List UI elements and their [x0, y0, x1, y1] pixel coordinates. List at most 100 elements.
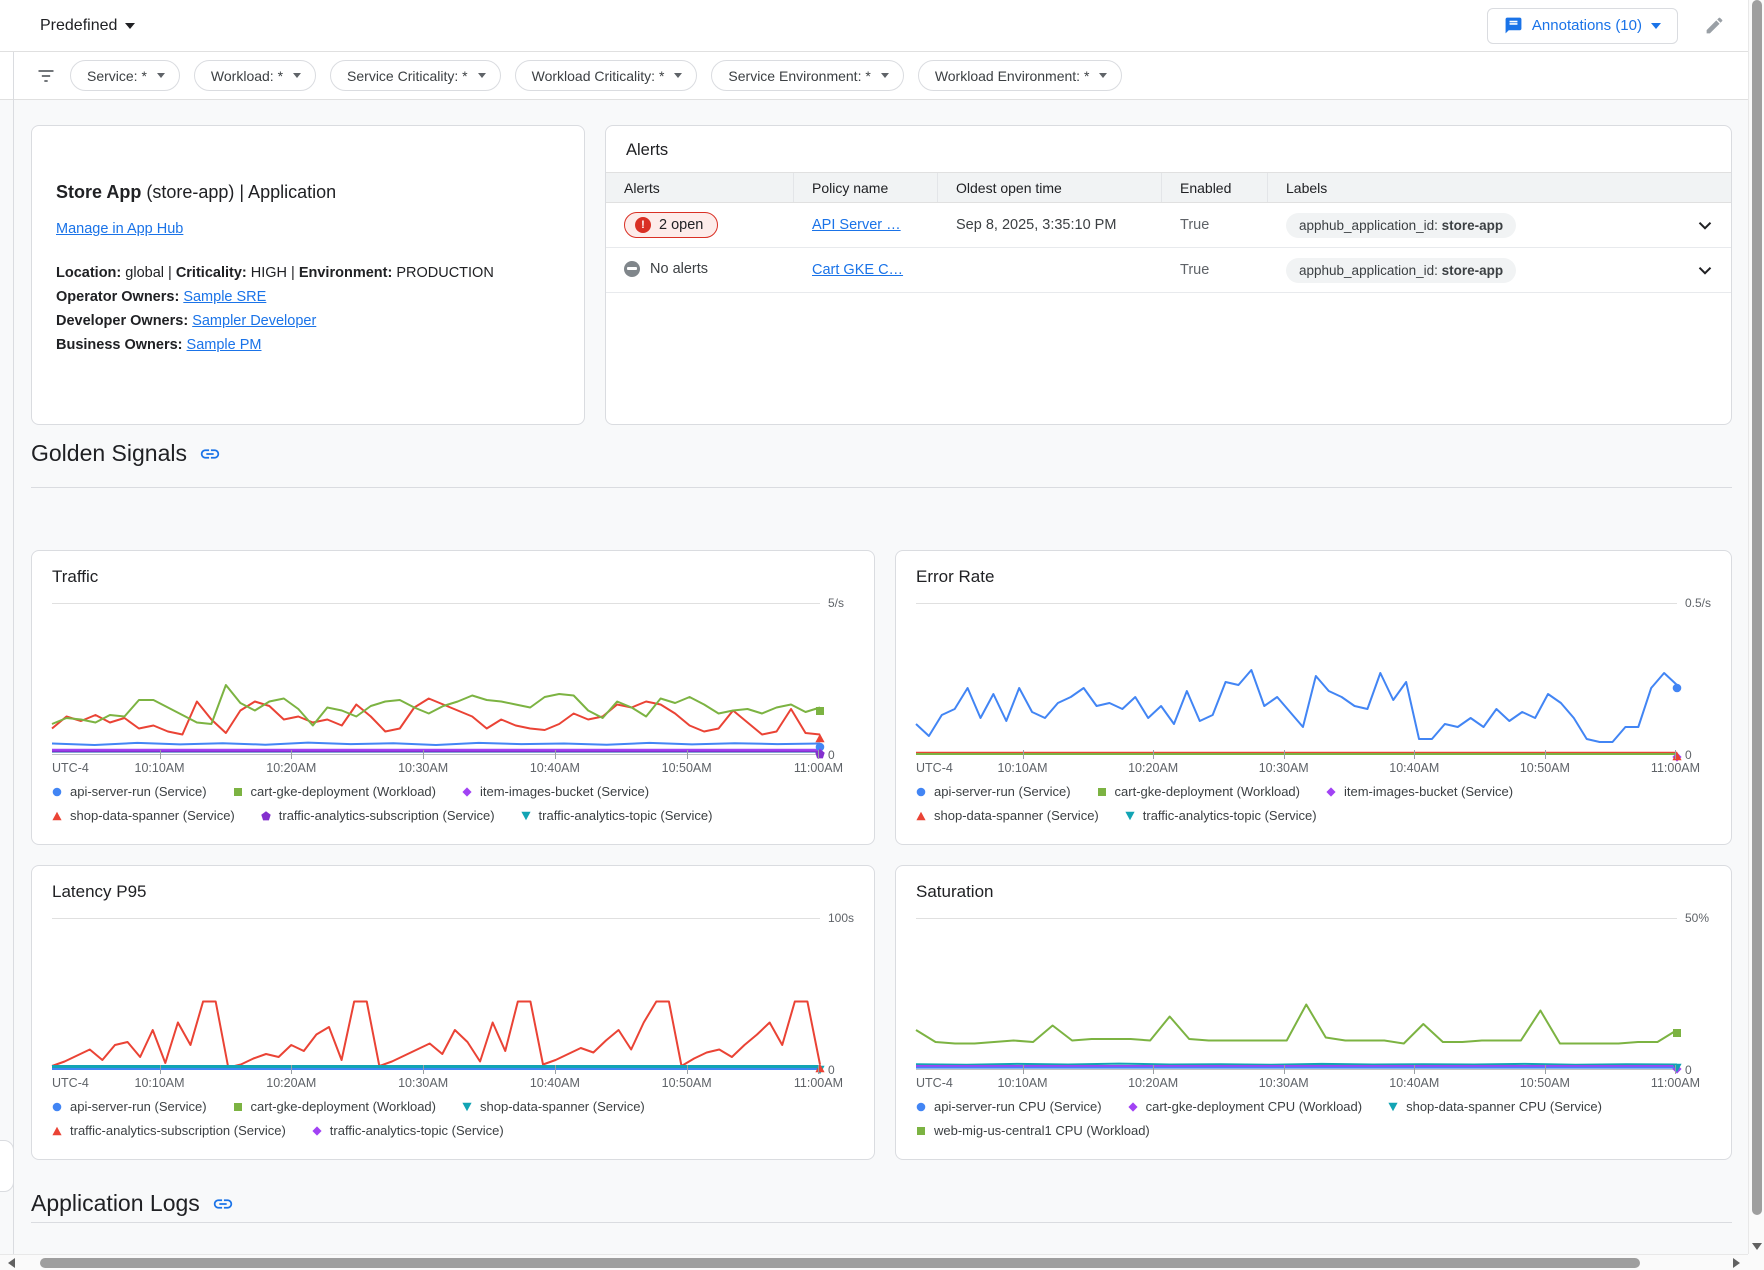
chevron-down-icon: [881, 73, 889, 78]
alerts-card: Alerts Alerts Policy name Oldest open ti…: [605, 125, 1732, 425]
chart-legend: api-server-run CPU (Service) cart-gke-dep…: [916, 1099, 1711, 1138]
collapsed-side-panel[interactable]: [0, 1140, 14, 1192]
chart-lines: [916, 919, 1677, 1069]
y-max-label: 50%: [1685, 911, 1709, 925]
column-header-labels: Labels: [1268, 173, 1679, 202]
legend-item[interactable]: shop-data-spanner CPU (Service): [1388, 1099, 1602, 1114]
legend-item[interactable]: api-server-run (Service): [52, 784, 207, 799]
y-max-label: 100s: [828, 911, 854, 925]
legend-item[interactable]: traffic-analytics-topic (Service): [521, 808, 713, 823]
legend-label: cart-gke-deployment CPU (Workload): [1146, 1099, 1363, 1114]
developer-owner-link[interactable]: Sampler Developer: [192, 313, 316, 329]
chart-lines: [52, 604, 820, 754]
latency-chart-plot[interactable]: [52, 918, 820, 1070]
alerts-table-header: Alerts Policy name Oldest open time Enab…: [606, 172, 1731, 203]
legend-label: cart-gke-deployment (Workload): [1115, 784, 1300, 799]
legend-item[interactable]: web-mig-us-central1 CPU (Workload): [916, 1123, 1150, 1138]
saturation-chart-plot[interactable]: [916, 918, 1677, 1070]
x-tick-mark: [555, 1065, 556, 1074]
legend-item[interactable]: api-server-run (Service): [916, 784, 1071, 799]
operator-owner-link[interactable]: Sample SRE: [183, 289, 266, 305]
edit-button[interactable]: [1702, 14, 1726, 38]
column-header-alerts: Alerts: [606, 173, 794, 202]
x-tick-label: 10:50AM: [662, 761, 712, 775]
scroll-right-arrow[interactable]: [1733, 1258, 1740, 1268]
square-icon: [233, 1102, 243, 1112]
chevron-down-icon: [674, 73, 682, 78]
legend-item[interactable]: item-images-bucket (Service): [1326, 784, 1513, 799]
x-tick-mark: [1153, 750, 1154, 759]
scroll-left-arrow[interactable]: [8, 1258, 15, 1268]
legend-row: api-server-run (Service) cart-gke-deploym…: [52, 784, 854, 799]
x-tick-label: 10:10AM: [998, 761, 1048, 775]
legend-item[interactable]: item-images-bucket (Service): [462, 784, 649, 799]
label-value: store-app: [1442, 263, 1504, 278]
policy-link[interactable]: Cart GKE C…: [812, 262, 903, 278]
link-icon[interactable]: [212, 1193, 234, 1215]
legend-item[interactable]: shop-data-spanner (Service): [52, 808, 235, 823]
horizontal-scrollbar-thumb[interactable]: [40, 1258, 1640, 1268]
legend-item[interactable]: api-server-run (Service): [52, 1099, 207, 1114]
horizontal-scrollbar[interactable]: [0, 1254, 1748, 1270]
environment-value: PRODUCTION: [392, 265, 494, 281]
application-name: Store App: [56, 182, 141, 202]
annotations-button[interactable]: Annotations (10): [1487, 8, 1678, 44]
x-tick-mark: [818, 750, 819, 759]
business-owner-link[interactable]: Sample PM: [187, 337, 262, 353]
no-alerts-text: No alerts: [650, 261, 708, 277]
policy-link[interactable]: API Server …: [812, 217, 901, 233]
expand-row-button[interactable]: [1679, 259, 1731, 281]
legend-item[interactable]: cart-gke-deployment (Workload): [233, 1099, 436, 1114]
column-header-oldest-open-time: Oldest open time: [938, 173, 1162, 202]
x-tick-label: 10:30AM: [1259, 1076, 1309, 1090]
vertical-scrollbar-thumb[interactable]: [1752, 0, 1762, 1215]
chevron-down-icon: [1651, 23, 1661, 29]
legend-item[interactable]: cart-gke-deployment CPU (Workload): [1128, 1099, 1363, 1114]
triangle-down-icon: [1125, 811, 1135, 821]
filter-chip-workload[interactable]: Workload: *: [194, 60, 316, 91]
application-attributes: Location: global | Criticality: HIGH | E…: [56, 261, 560, 285]
application-subtitle: (store-app) | Application: [141, 182, 336, 202]
filter-chip-label: Service: *: [87, 68, 147, 84]
legend-row: api-server-run (Service) cart-gke-deploym…: [52, 1099, 854, 1114]
diamond-icon: [312, 1126, 322, 1136]
legend-item[interactable]: traffic-analytics-subscription (Service): [261, 808, 495, 823]
column-header-expand: [1679, 173, 1731, 202]
legend-item[interactable]: shop-data-spanner (Service): [916, 808, 1099, 823]
legend-item[interactable]: cart-gke-deployment (Workload): [233, 784, 436, 799]
application-title: Store App (store-app) | Application: [56, 182, 560, 203]
expand-row-button[interactable]: [1679, 214, 1731, 236]
legend-row: shop-data-spanner (Service) traffic-analy…: [52, 808, 854, 823]
x-tick-mark: [423, 750, 424, 759]
filter-chip-service-environment[interactable]: Service Environment: *: [711, 60, 903, 91]
legend-row: api-server-run CPU (Service) cart-gke-dep…: [916, 1099, 1711, 1114]
latency-chart-card: Latency P95 100s 0 UTC-410:10AM10:20AM10…: [31, 865, 875, 1160]
filter-chip-service[interactable]: Service: *: [70, 60, 180, 91]
error-rate-chart-plot[interactable]: [916, 603, 1677, 755]
traffic-chart-plot[interactable]: [52, 603, 820, 755]
y-zero-label: 0: [828, 748, 835, 762]
legend-item[interactable]: shop-data-spanner (Service): [462, 1099, 645, 1114]
legend-item[interactable]: cart-gke-deployment (Workload): [1097, 784, 1300, 799]
operator-owners-row: Operator Owners: Sample SRE: [56, 285, 560, 309]
chevron-down-icon: [478, 73, 486, 78]
scroll-down-arrow[interactable]: [1752, 1243, 1762, 1250]
error-icon: !: [635, 217, 651, 233]
series-line: [916, 1005, 1677, 1044]
legend-item[interactable]: api-server-run CPU (Service): [916, 1099, 1102, 1114]
legend-label: api-server-run (Service): [70, 784, 207, 799]
legend-item[interactable]: traffic-analytics-subscription (Service): [52, 1123, 286, 1138]
legend-label: api-server-run (Service): [70, 1099, 207, 1114]
alert-row-none: No alerts Cart GKE C… True apphub_applic…: [606, 248, 1731, 293]
x-tick-label: 10:40AM: [530, 761, 580, 775]
vertical-scrollbar[interactable]: [1748, 0, 1764, 1254]
filter-chip-workload-criticality[interactable]: Workload Criticality: *: [515, 60, 698, 91]
legend-item[interactable]: traffic-analytics-topic (Service): [312, 1123, 504, 1138]
legend-item[interactable]: traffic-analytics-topic (Service): [1125, 808, 1317, 823]
filter-chip-workload-environment[interactable]: Workload Environment: *: [918, 60, 1123, 91]
link-icon[interactable]: [199, 443, 221, 465]
filter-chip-service-criticality[interactable]: Service Criticality: *: [330, 60, 501, 91]
manage-in-app-hub-link[interactable]: Manage in App Hub: [56, 221, 183, 237]
legend-label: item-images-bucket (Service): [1344, 784, 1513, 799]
view-selector-dropdown[interactable]: Predefined: [40, 17, 135, 35]
